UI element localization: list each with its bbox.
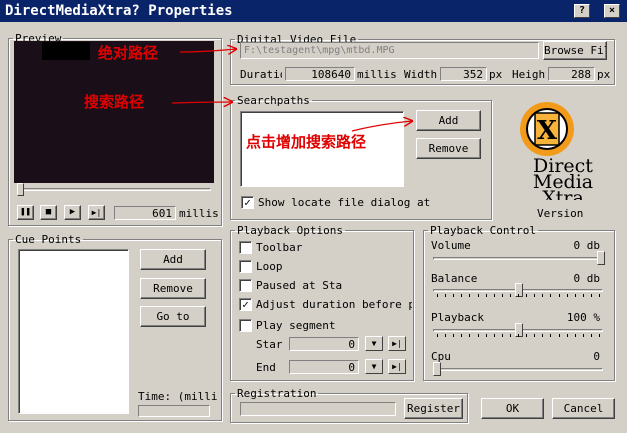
arrow-to-searchpaths — [171, 102, 232, 103]
annotation-arrows — [171, 0, 627, 132]
arrow-to-add — [351, 121, 412, 132]
arrow-to-path — [179, 49, 236, 52]
